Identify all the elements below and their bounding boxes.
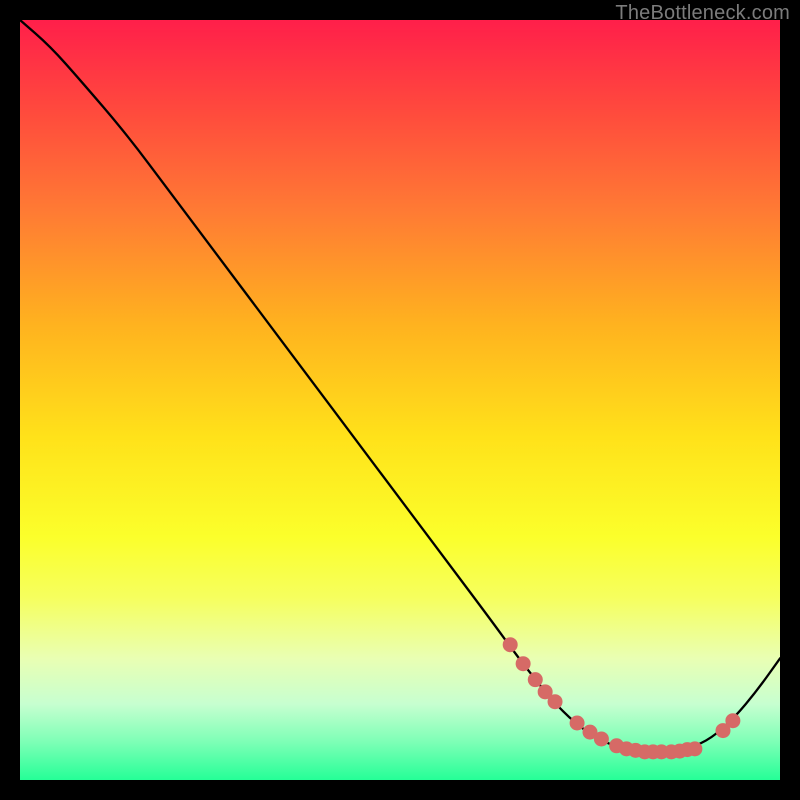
marker-point — [594, 731, 609, 746]
watermark-text: TheBottleneck.com — [615, 2, 790, 25]
chart-frame: TheBottleneck.com — [0, 0, 800, 800]
curve-layer — [20, 20, 780, 780]
marker-point — [503, 637, 518, 652]
plot-area — [20, 20, 780, 780]
bottleneck-curve — [20, 20, 780, 752]
marker-point — [570, 716, 585, 731]
marker-point — [528, 672, 543, 687]
marker-point — [516, 656, 531, 671]
marker-point — [687, 741, 702, 756]
marker-point — [548, 694, 563, 709]
marker-point — [725, 713, 740, 728]
